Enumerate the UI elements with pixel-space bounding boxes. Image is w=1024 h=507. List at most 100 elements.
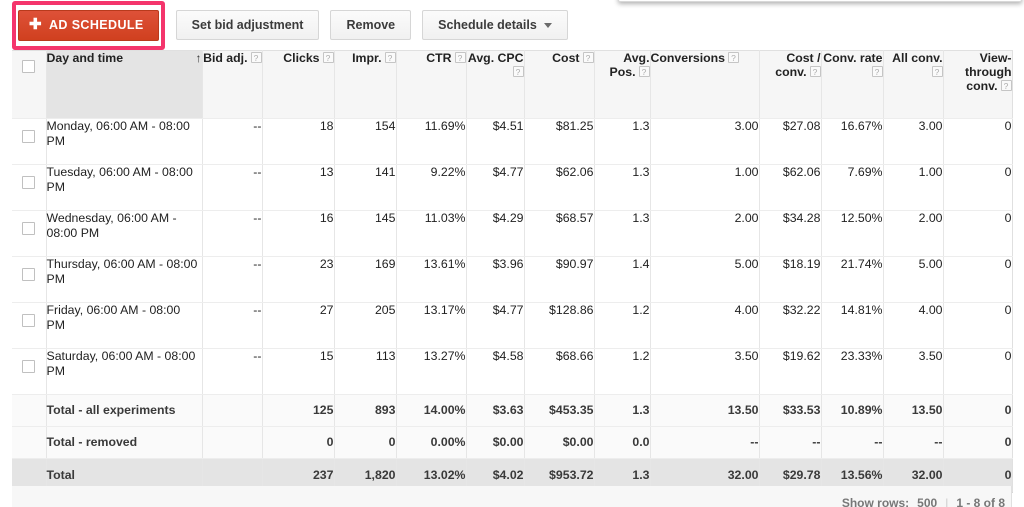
cell-cost-per-conv: -- (759, 426, 822, 459)
cell-ctr: 9.22% (396, 164, 467, 211)
help-icon[interactable]: ? (454, 52, 466, 63)
add-ad-schedule-button[interactable]: ✚ AD SCHEDULE (18, 9, 159, 41)
row-select-cell[interactable] (12, 118, 47, 165)
column-label-cost: Cost (552, 51, 580, 65)
summary-row: Total - all experiments 125 893 14.00% $3.63… (12, 394, 1013, 427)
cell-avg-pos: 1.2 (594, 302, 651, 349)
cell-impr: 154 (334, 118, 397, 165)
remove-button[interactable]: Remove (330, 9, 412, 41)
column-header-impr[interactable]: Impr.? (334, 50, 397, 119)
cell-conversions: 1.00 (650, 164, 760, 211)
row-checkbox[interactable] (22, 222, 36, 235)
cell-view-through-conv: 0 (943, 348, 1013, 395)
cell-impr: 169 (334, 256, 397, 303)
row-checkbox[interactable] (22, 130, 36, 143)
cell-ctr: 14.00% (396, 394, 467, 427)
column-header-ctr[interactable]: CTR? (396, 50, 467, 119)
column-header-clicks[interactable]: Clicks? (262, 50, 335, 119)
cell-all-conv: 5.00 (883, 256, 944, 303)
select-all-header[interactable] (12, 50, 47, 119)
cell-avg-pos: 1.4 (594, 256, 651, 303)
remove-label: Remove (346, 17, 396, 32)
row-select-cell[interactable] (12, 348, 47, 395)
cell-day-and-time: Wednesday, 06:00 AM - 08:00 PM (46, 210, 203, 257)
table-head: ↑ Day and time Bid adj.? Clicks? Impr.? … (12, 50, 1013, 119)
schedule-details-label: Schedule details (438, 17, 537, 32)
column-header-conversions[interactable]: Conversions? (650, 50, 760, 119)
help-icon[interactable]: ? (638, 66, 650, 77)
cell-avg-pos: 1.3 (594, 394, 651, 427)
help-icon[interactable]: ? (931, 66, 943, 77)
column-header-conv-rate[interactable]: Conv. rate? (821, 50, 884, 119)
column-header-day-and-time[interactable]: ↑ Day and time (46, 50, 203, 119)
cell-bid-adj: -- (202, 302, 263, 349)
table-row[interactable]: Tuesday, 06:00 AM - 08:00 PM -- 13 141 9.22%… (12, 164, 1013, 211)
cell-all-conv: 1.00 (883, 164, 944, 211)
page-root: ✚ AD SCHEDULE Set bid adjustment Remove … (0, 0, 1024, 507)
cell-avg-cpc: $3.63 (466, 394, 525, 427)
cell-conversions: 3.00 (650, 118, 760, 165)
column-header-avg-cpc[interactable]: Avg. CPC? (466, 50, 525, 119)
help-icon[interactable]: ? (512, 66, 524, 77)
row-select-cell[interactable] (12, 302, 47, 349)
row-select-cell[interactable] (12, 210, 47, 257)
help-icon[interactable]: ? (322, 52, 334, 63)
cell-impr: 893 (334, 394, 397, 427)
cell-cost-per-conv: $33.53 (759, 394, 822, 427)
select-all-checkbox[interactable] (22, 60, 36, 73)
column-label-ctr: CTR (426, 51, 452, 65)
rows-per-page-value[interactable]: 500 (917, 496, 937, 507)
footer-divider: | (945, 496, 949, 507)
cell-conv-rate: 21.74% (821, 256, 884, 303)
header-row: ↑ Day and time Bid adj.? Clicks? Impr.? … (12, 50, 1013, 119)
cell-ctr: 13.17% (396, 302, 467, 349)
cell-conv-rate: 23.33% (821, 348, 884, 395)
cell-conversions: 4.00 (650, 302, 760, 349)
cell-impr: 0 (334, 426, 397, 459)
cell-all-conv: 3.50 (883, 348, 944, 395)
table-row[interactable]: Thursday, 06:00 AM - 08:00 PM -- 23 169 13.6… (12, 256, 1013, 303)
column-header-view-through-conv[interactable]: View-through conv.? (943, 50, 1013, 119)
cell-bid-adj (202, 394, 263, 427)
row-select-cell[interactable] (12, 256, 47, 303)
set-bid-adjustment-label: Set bid adjustment (191, 17, 304, 32)
column-header-avg-pos[interactable]: Avg. Pos.? (594, 50, 651, 119)
row-checkbox[interactable] (22, 314, 36, 327)
cell-clicks: 16 (262, 210, 335, 257)
cell-conv-rate: 16.67% (821, 118, 884, 165)
help-icon[interactable]: ? (582, 52, 594, 63)
row-checkbox[interactable] (22, 176, 36, 189)
column-header-all-conv[interactable]: All conv.? (883, 50, 944, 119)
help-icon[interactable]: ? (727, 52, 739, 63)
cell-avg-cpc: $0.00 (466, 426, 525, 459)
show-rows-label: Show rows: (841, 496, 910, 507)
row-select-cell[interactable] (12, 164, 47, 211)
cell-conv-rate: 10.89% (821, 394, 884, 427)
column-header-cost[interactable]: Cost? (524, 50, 595, 119)
cell-bid-adj: -- (202, 118, 263, 165)
table-row[interactable]: Friday, 06:00 AM - 08:00 PM -- 27 205 13.17%… (12, 302, 1013, 349)
cell-avg-pos: 1.3 (594, 210, 651, 257)
table-row[interactable]: Saturday, 06:00 AM - 08:00 PM -- 15 113 13.2… (12, 348, 1013, 395)
help-icon[interactable]: ? (1000, 80, 1012, 91)
help-icon[interactable]: ? (384, 52, 396, 63)
cell-bid-adj: -- (202, 348, 263, 395)
table-row[interactable]: Monday, 06:00 AM - 08:00 PM -- 18 154 11.69%… (12, 118, 1013, 165)
help-icon[interactable]: ? (250, 52, 262, 63)
cell-impr: 113 (334, 348, 397, 395)
schedule-details-button[interactable]: Schedule details (422, 9, 568, 41)
row-checkbox[interactable] (22, 360, 36, 373)
cell-clicks: 15 (262, 348, 335, 395)
column-header-bid-adj[interactable]: Bid adj.? (202, 50, 263, 119)
row-checkbox[interactable] (22, 268, 36, 281)
table-row[interactable]: Wednesday, 06:00 AM - 08:00 PM -- 16 145 11.… (12, 210, 1013, 257)
column-header-cost-per-conv[interactable]: Cost / conv.? (759, 50, 822, 119)
add-ad-schedule-label: AD SCHEDULE (48, 17, 144, 32)
set-bid-adjustment-button[interactable]: Set bid adjustment (175, 9, 320, 41)
column-label-conv-rate: Conv. rate (823, 51, 883, 65)
help-icon[interactable]: ? (871, 66, 883, 77)
cell-cost: $128.86 (524, 302, 595, 349)
chevron-down-icon (543, 22, 552, 28)
cell-conv-rate: 12.50% (821, 210, 884, 257)
help-icon[interactable]: ? (809, 66, 821, 77)
